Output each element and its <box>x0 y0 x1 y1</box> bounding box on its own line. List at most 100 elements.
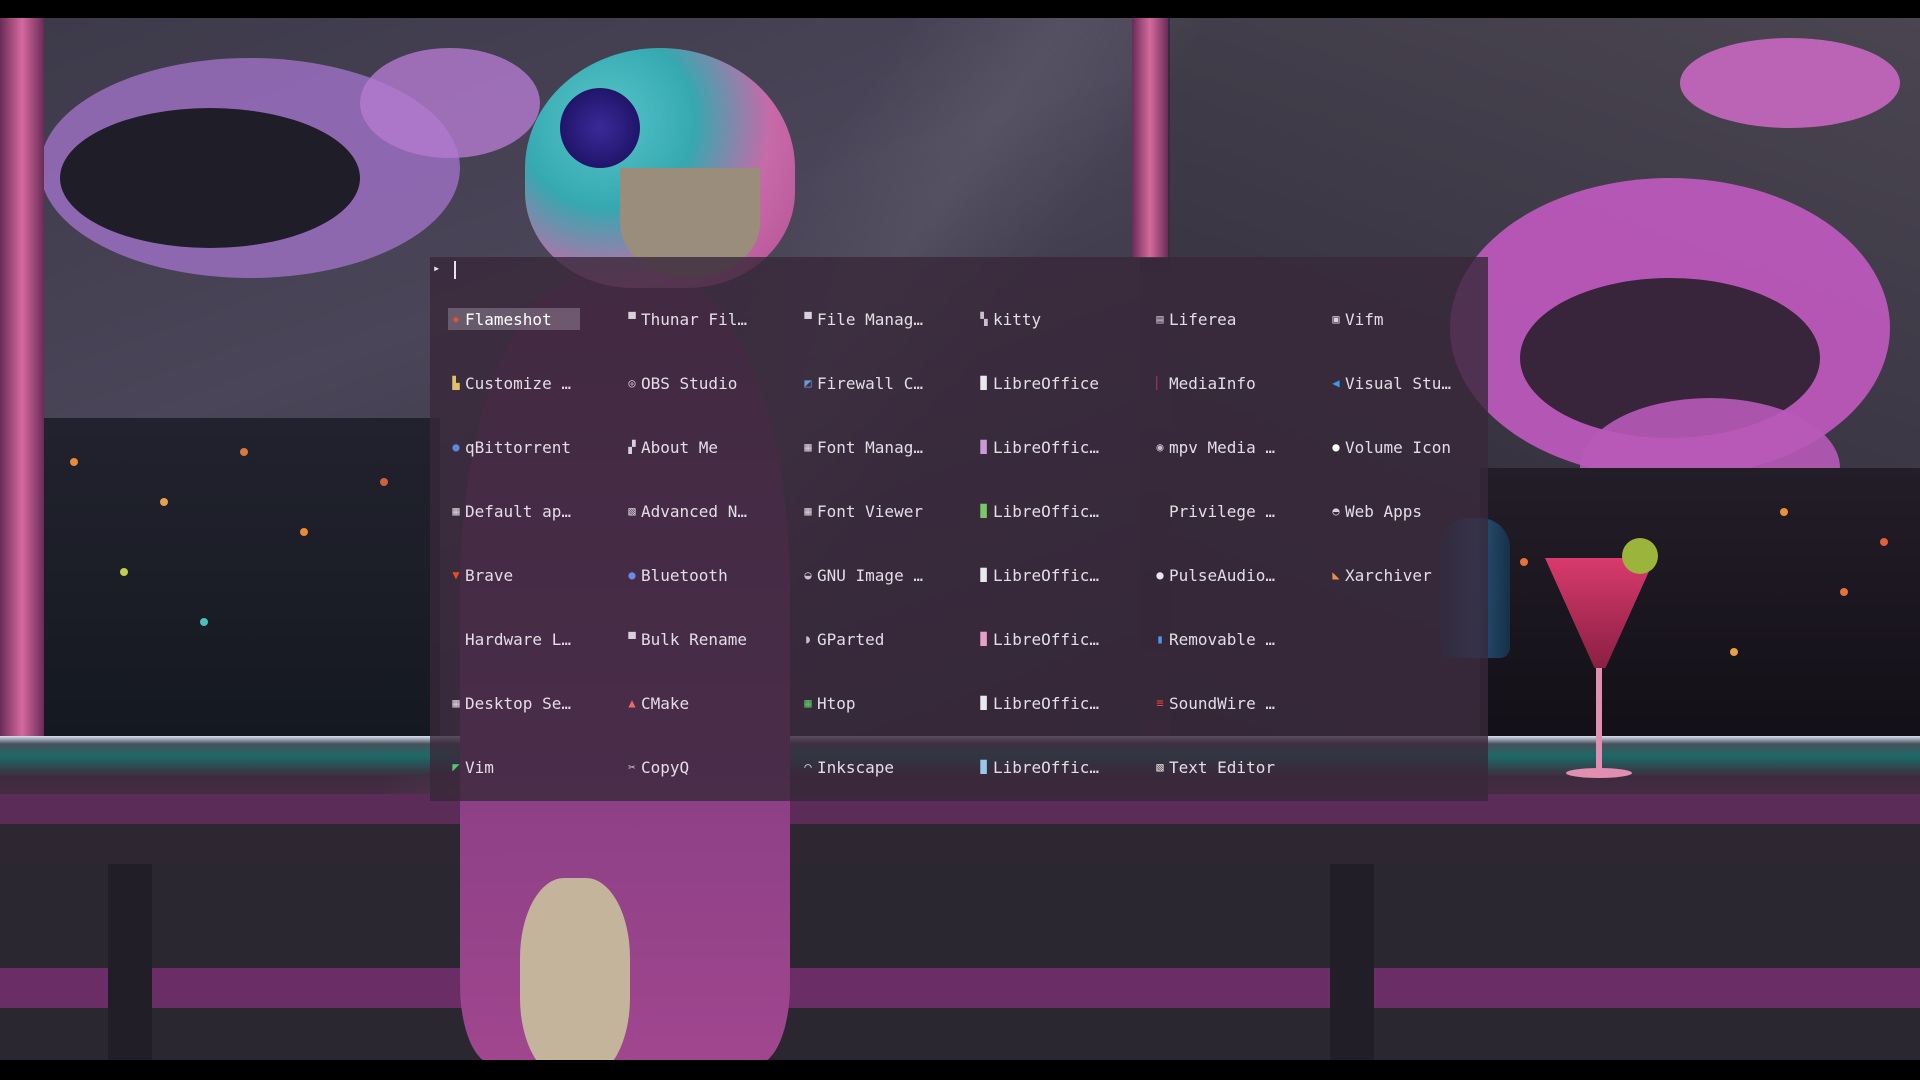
launcher-entry[interactable]: ▉ LibreOffic… <box>976 692 1108 714</box>
launcher-entry-label: Font Manag… <box>817 437 923 457</box>
launcher-entry-label: Web Apps <box>1345 501 1423 521</box>
launcher-grid-cell: ◓ Web Apps <box>1328 499 1504 563</box>
launcher-grid-cell: ▦ Font Viewer <box>800 499 976 563</box>
launcher-entry[interactable]: ◓ Web Apps <box>1328 500 1460 522</box>
app-launcher: ▸ ✸ Flameshot ▀ Thunar Fil… ▀ File Manag… ▚ kit… <box>430 257 1488 801</box>
launcher-grid-cell: ✂ CopyQ <box>624 755 800 819</box>
launcher-entry[interactable]: ◗ GParted <box>800 628 932 650</box>
archive-icon: ◣ <box>1332 568 1340 582</box>
launcher-entry[interactable]: ◩ Firewall C… <box>800 372 932 394</box>
launcher-entry-label: qBittorrent <box>465 437 571 457</box>
launcher-entry[interactable]: ▧ Advanced N… <box>624 500 756 522</box>
launcher-entry[interactable]: ▉ LibreOffic… <box>976 564 1108 586</box>
launcher-entry-label: LibreOffic… <box>993 757 1099 777</box>
launcher-entry[interactable]: ▧ Text Editor <box>1152 756 1284 778</box>
launcher-grid-cell: Privilege … <box>1152 499 1328 563</box>
launcher-grid-cell: ▙ Customize … <box>448 371 624 435</box>
launcher-entry-label: Thunar Fil… <box>641 309 747 329</box>
gimp-icon: ◒ <box>804 568 812 582</box>
launcher-entry-label: LibreOffic… <box>993 565 1099 585</box>
launcher-entry[interactable]: ◒ GNU Image … <box>800 564 932 586</box>
launcher-grid-cell: ◠ Inkscape <box>800 755 976 819</box>
wallpaper-cloud <box>1680 38 1900 128</box>
launcher-entry[interactable]: ▀ Bulk Rename <box>624 628 756 650</box>
launcher-grid-cell: ▀ File Manag… <box>800 307 976 371</box>
launcher-entry[interactable]: ▲ CMake <box>624 692 756 714</box>
flameshot-icon: ✸ <box>452 312 460 326</box>
about-me-icon: ▞ <box>628 440 636 454</box>
launcher-entry[interactable]: ● Volume Icon <box>1328 436 1460 458</box>
prompt-arrow-icon: ▸ <box>433 261 441 275</box>
text-caret <box>454 261 456 279</box>
default-apps-icon: ▦ <box>452 504 460 518</box>
launcher-grid-cell <box>1328 691 1504 755</box>
launcher-grid-cell: ▉ LibreOffic… <box>976 627 1152 691</box>
launcher-grid-cell <box>1328 755 1504 819</box>
launcher-entry[interactable]: ◎ OBS Studio <box>624 372 756 394</box>
launcher-entry-label: Privilege … <box>1169 501 1275 521</box>
bluetooth-icon: ● <box>628 568 636 582</box>
launcher-entry[interactable]: ◀ Visual Stu… <box>1328 372 1460 394</box>
launcher-entry[interactable]: ● qBittorrent <box>448 436 580 458</box>
folder-icon: ▀ <box>804 312 812 326</box>
launcher-entry[interactable]: ● Bluetooth <box>624 564 756 586</box>
launcher-entry[interactable]: ◤ Vim <box>448 756 580 778</box>
launcher-entry-label: PulseAudio… <box>1169 565 1275 585</box>
launcher-entry[interactable]: ▉ LibreOffic… <box>976 628 1108 650</box>
launcher-entry[interactable]: ▉ LibreOffice <box>976 372 1108 394</box>
launcher-entry[interactable]: ▀ Thunar Fil… <box>624 308 756 330</box>
launcher-grid-cell: ▦ Htop <box>800 691 976 755</box>
launcher-entry[interactable]: ≡ SoundWire … <box>1152 692 1284 714</box>
launcher-entry[interactable]: Privilege … <box>1152 500 1284 522</box>
launcher-entry[interactable]: ▤ Liferea <box>1152 308 1284 330</box>
launcher-entry[interactable]: ◠ Inkscape <box>800 756 932 778</box>
launcher-entry[interactable]: ▉ LibreOffic… <box>976 500 1108 522</box>
launcher-entry[interactable]: Hardware L… <box>448 628 580 650</box>
launcher-entry[interactable]: ▦ Font Viewer <box>800 500 932 522</box>
launcher-entry[interactable]: ▮ Removable … <box>1152 628 1284 650</box>
launcher-entry-label: MediaInfo <box>1169 373 1256 393</box>
libreoffice-draw-icon: ▉ <box>980 440 988 454</box>
launcher-grid-cell: ▲ CMake <box>624 691 800 755</box>
network-icon: ▧ <box>628 504 636 518</box>
launcher-entry-label: Firewall C… <box>817 373 923 393</box>
launcher-search-input[interactable] <box>453 259 753 279</box>
launcher-entry[interactable]: ● PulseAudio… <box>1152 564 1284 586</box>
launcher-entry-label: Htop <box>817 693 856 713</box>
launcher-entry[interactable]: ▼ Brave <box>448 564 580 586</box>
launcher-grid-cell: ● qBittorrent <box>448 435 624 499</box>
launcher-entry[interactable]: ▣ Vifm <box>1328 308 1460 330</box>
launcher-entry-label: LibreOffice <box>993 373 1099 393</box>
launcher-entry[interactable]: ▦ Font Manag… <box>800 436 932 458</box>
launcher-entry[interactable]: ▞ About Me <box>624 436 756 458</box>
launcher-grid-cell: ▀ Thunar Fil… <box>624 307 800 371</box>
launcher-entry[interactable]: ▚ kitty <box>976 308 1108 330</box>
launcher-grid-cell: ▚ kitty <box>976 307 1152 371</box>
launcher-entry[interactable]: ▀ File Manag… <box>800 308 932 330</box>
launcher-entry[interactable]: ▙ Customize … <box>448 372 580 394</box>
launcher-entry-label: LibreOffic… <box>993 629 1099 649</box>
launcher-entry[interactable]: ▦ Htop <box>800 692 932 714</box>
launcher-grid-cell: ● Volume Icon <box>1328 435 1504 499</box>
launcher-entry[interactable]: ✸ Flameshot <box>448 308 580 330</box>
vim-icon: ◤ <box>452 760 460 774</box>
launcher-grid-cell: ◉ mpv Media … <box>1152 435 1328 499</box>
launcher-entry[interactable]: ◉ mpv Media … <box>1152 436 1284 458</box>
launcher-entry-label: LibreOffic… <box>993 501 1099 521</box>
launcher-grid-cell: ● Bluetooth <box>624 563 800 627</box>
launcher-entry[interactable]: ✂ CopyQ <box>624 756 756 778</box>
launcher-entry[interactable]: ▦ Default ap… <box>448 500 580 522</box>
launcher-entry[interactable]: ▉ LibreOffic… <box>976 756 1108 778</box>
launcher-grid-cell: ▦ Default ap… <box>448 499 624 563</box>
launcher-entry-label: About Me <box>641 437 719 457</box>
brave-icon: ▼ <box>452 568 460 582</box>
wallpaper-floor <box>0 864 1920 1060</box>
launcher-entry[interactable]: ▦ Desktop Se… <box>448 692 580 714</box>
launcher-entry[interactable]: ▏ MediaInfo <box>1152 372 1284 394</box>
launcher-entry-label: GNU Image … <box>817 565 923 585</box>
launcher-grid-cell: ◎ OBS Studio <box>624 371 800 435</box>
launcher-entry[interactable]: ▉ LibreOffic… <box>976 436 1108 458</box>
launcher-entry[interactable]: ◣ Xarchiver <box>1328 564 1460 586</box>
launcher-grid-cell: ▏ MediaInfo <box>1152 371 1328 435</box>
launcher-grid-cell: ◩ Firewall C… <box>800 371 976 435</box>
